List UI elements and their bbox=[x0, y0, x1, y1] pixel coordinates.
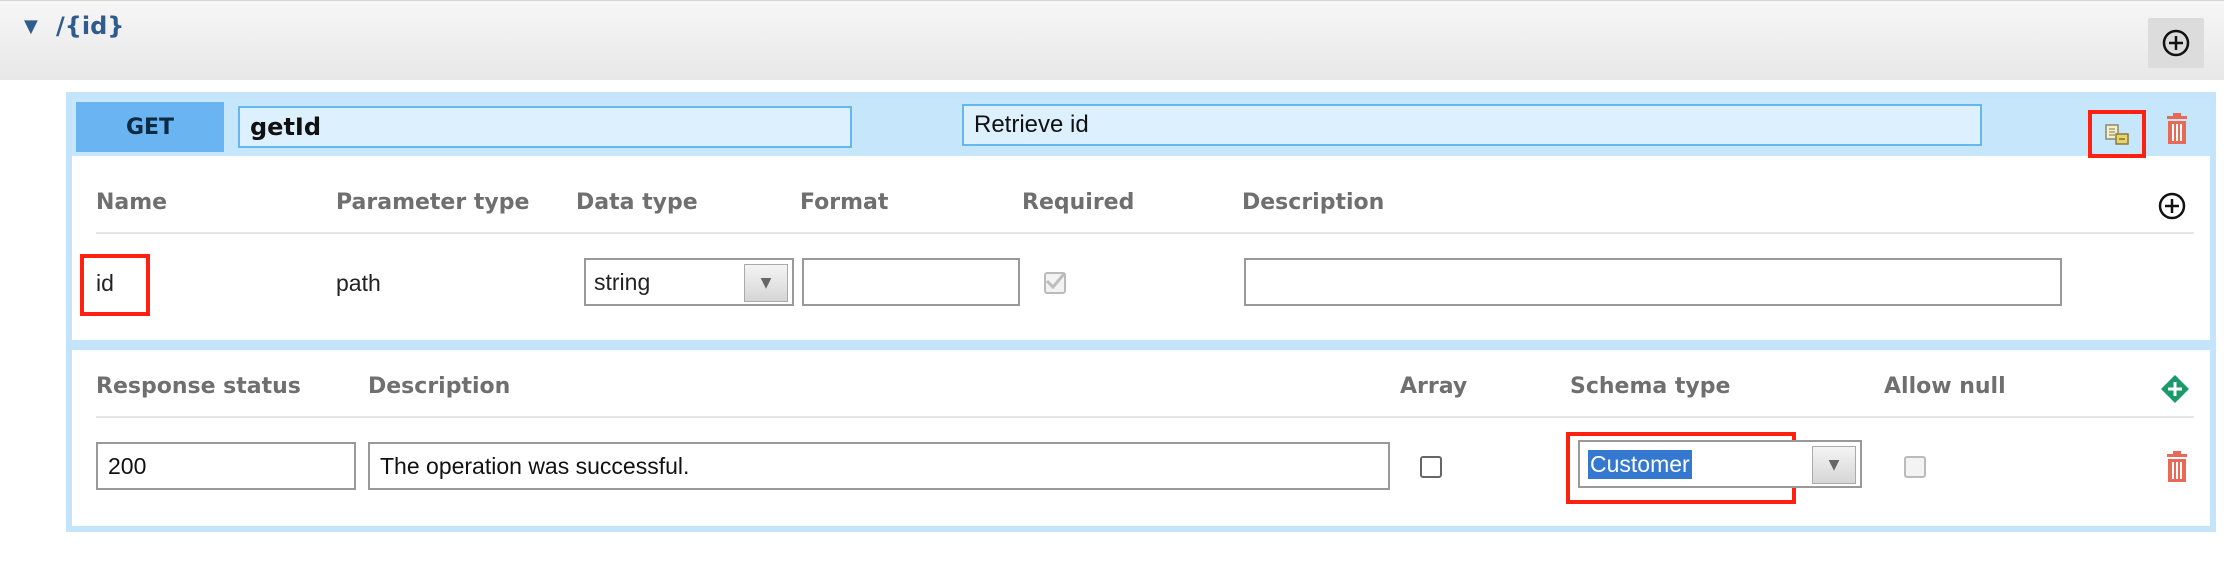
delete-response-button[interactable] bbox=[2164, 450, 2190, 488]
param-location: path bbox=[336, 270, 381, 296]
required-checkbox[interactable] bbox=[1044, 272, 1066, 294]
caret-down-icon[interactable]: ▼ bbox=[24, 16, 38, 37]
operation-summary-input[interactable]: Retrieve id bbox=[962, 104, 1982, 146]
format-input[interactable] bbox=[802, 258, 1020, 306]
data-type-select[interactable]: string ▼ bbox=[584, 258, 794, 306]
circle-plus-icon bbox=[2158, 192, 2186, 220]
delete-operation-button[interactable] bbox=[2164, 112, 2190, 150]
param-type-header: Parameter type bbox=[336, 190, 530, 215]
divider bbox=[96, 232, 2194, 234]
dropdown-arrow-icon[interactable]: ▼ bbox=[1812, 446, 1856, 484]
trash-icon bbox=[2167, 113, 2187, 144]
section-divider bbox=[72, 340, 2210, 350]
operation-id-input[interactable]: getId bbox=[238, 106, 852, 148]
checkmark-icon bbox=[1045, 272, 1066, 290]
add-response-icon bbox=[2161, 375, 2189, 403]
param-name-header: Name bbox=[96, 190, 168, 215]
param-description-input[interactable] bbox=[1244, 258, 2062, 306]
generate-code-button[interactable] bbox=[2088, 110, 2146, 158]
circle-plus-icon bbox=[2162, 29, 2190, 57]
param-description-header: Description bbox=[1242, 190, 1385, 215]
data-type-value: string bbox=[594, 268, 651, 295]
dropdown-arrow-icon[interactable]: ▼ bbox=[744, 264, 788, 302]
response-allow-null-header: Allow null bbox=[1884, 374, 2006, 399]
add-response-button[interactable] bbox=[2160, 374, 2190, 408]
param-name[interactable]: id bbox=[96, 270, 114, 297]
http-method-badge[interactable]: GET bbox=[76, 102, 224, 152]
generate-code-icon bbox=[2105, 124, 2129, 145]
param-format-header: Format bbox=[800, 190, 889, 215]
response-description-input[interactable]: The operation was successful. bbox=[368, 442, 1390, 490]
add-parameter-button[interactable] bbox=[2158, 192, 2186, 224]
param-data-type-header: Data type bbox=[576, 190, 698, 215]
param-required-header: Required bbox=[1022, 190, 1135, 215]
response-description-header: Description bbox=[368, 374, 511, 399]
trash-icon bbox=[2167, 451, 2187, 482]
resource-header bbox=[0, 0, 2224, 80]
add-operation-button[interactable] bbox=[2148, 18, 2204, 68]
param-name-highlight bbox=[80, 254, 150, 316]
array-checkbox[interactable] bbox=[1420, 456, 1442, 478]
resource-path[interactable]: /{id} bbox=[56, 12, 124, 40]
response-status-header: Response status bbox=[96, 374, 301, 399]
allow-null-checkbox[interactable] bbox=[1904, 456, 1926, 478]
schema-type-select[interactable]: Customer ▼ bbox=[1578, 440, 1862, 488]
response-array-header: Array bbox=[1400, 374, 1468, 399]
response-schema-type-header: Schema type bbox=[1570, 374, 1731, 399]
divider bbox=[96, 416, 2194, 418]
schema-type-value: Customer bbox=[1588, 449, 1692, 479]
response-status-input[interactable]: 200 bbox=[96, 442, 356, 490]
